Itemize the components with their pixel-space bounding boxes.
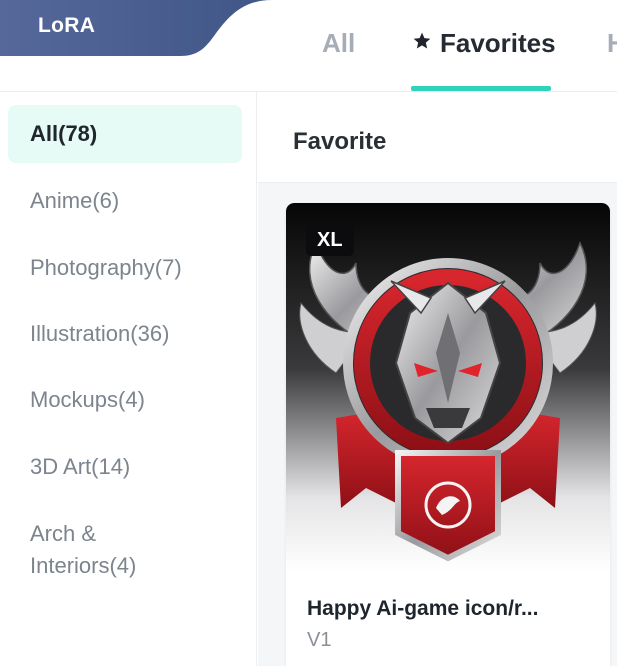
star-icon xyxy=(413,32,431,49)
brand-label-lora[interactable]: LoRA xyxy=(38,14,95,38)
tab-partial-h[interactable]: H xyxy=(607,28,617,59)
section-title: Favorite xyxy=(293,128,387,155)
xl-badge: XL xyxy=(306,224,354,256)
dragon-emblem-image xyxy=(286,203,610,571)
category-item-photography[interactable]: Photography(7) xyxy=(8,252,242,284)
top-navigation-bar: LoRA All Favorites H xyxy=(0,0,617,92)
section-header: Favorite xyxy=(258,92,617,183)
model-card[interactable]: XL Happy Ai-game icon/r... V1 xyxy=(286,203,610,666)
tab-favorites-label: Favorites xyxy=(440,28,556,58)
card-title[interactable]: Happy Ai-game icon/r... xyxy=(307,597,597,621)
category-item-illustration[interactable]: Illustration(36) xyxy=(8,318,242,350)
category-item-all[interactable]: All(78) xyxy=(8,105,242,163)
category-item-3d-art[interactable]: 3D Art(14) xyxy=(8,451,242,483)
category-sidebar: All(78) Anime(6) Photography(7) Illustra… xyxy=(0,92,257,666)
card-version: V1 xyxy=(307,629,332,651)
category-item-mockups[interactable]: Mockups(4) xyxy=(8,384,242,416)
model-thumbnail: XL xyxy=(286,203,610,571)
category-item-arch-interiors[interactable]: Arch & Interiors(4) xyxy=(8,518,168,582)
category-item-anime[interactable]: Anime(6) xyxy=(8,185,242,217)
main-content: Favorite XL Happy Ai-game icon/r... V1 xyxy=(258,92,617,666)
lora-page: LoRA All Favorites H All(78) Anime(6) Ph… xyxy=(0,0,617,666)
tab-favorites[interactable]: Favorites xyxy=(412,28,556,59)
tab-all[interactable]: All xyxy=(322,28,355,59)
